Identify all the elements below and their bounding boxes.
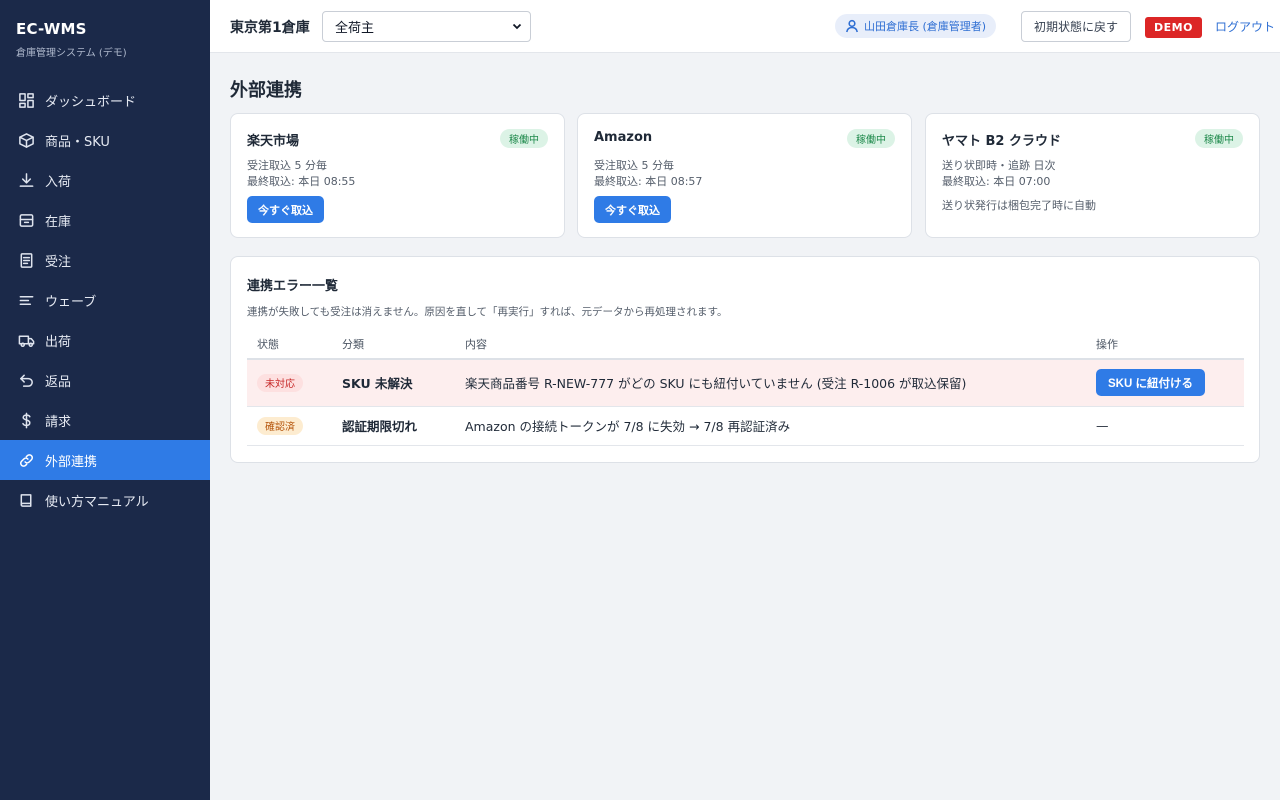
- sidebar-item-label: 在庫: [45, 214, 72, 230]
- sidebar-item-shipping[interactable]: 出荷: [0, 320, 210, 360]
- status-cell: 未対応: [247, 359, 332, 407]
- errors-title: 連携エラー一覧: [247, 279, 339, 294]
- document-icon: [17, 251, 35, 269]
- link-sku-button[interactable]: SKU に紐付ける: [1096, 369, 1205, 397]
- status-badge: 稼働中: [1195, 129, 1243, 148]
- sidebar-item-label: 入荷: [45, 174, 72, 190]
- page-title: 外部連携: [230, 80, 302, 101]
- archive-icon: [17, 211, 35, 229]
- sidebar-item-inventory[interactable]: 在庫: [0, 200, 210, 240]
- integration-card-yamato: ヤマト B2 クラウド 稼働中 送り状即時・追跡 日次 最終取込: 本日 07:…: [925, 113, 1260, 238]
- dollar-icon: [17, 411, 35, 429]
- integration-schedule: 受注取込 5 分毎: [247, 159, 327, 172]
- integration-last-run: 最終取込: 本日 08:55: [247, 175, 356, 188]
- sidebar-item-dashboard[interactable]: ダッシュボード: [0, 80, 210, 120]
- sidebar-item-label: ウェーブ: [45, 294, 97, 310]
- return-icon: [17, 371, 35, 389]
- sidebar-item-manual[interactable]: 使い方マニュアル: [0, 480, 210, 520]
- table-header-row: 状態 分類 内容 操作: [247, 330, 1244, 360]
- status-cell: 確認済: [247, 406, 332, 446]
- box-icon: [17, 131, 35, 149]
- integration-card-rakuten: 楽天市場 稼働中 受注取込 5 分毎 最終取込: 本日 08:55 今すぐ取込: [230, 113, 565, 238]
- app-subtitle: 倉庫管理システム (デモ): [16, 48, 127, 59]
- sidebar-item-integrations[interactable]: 外部連携: [0, 440, 210, 480]
- logout-link[interactable]: ログアウト: [1215, 18, 1275, 35]
- chevron-down-icon: [512, 23, 522, 30]
- action-cell: —: [1086, 406, 1244, 446]
- category-cell: SKU 未解決: [332, 359, 455, 407]
- column-header-content: 内容: [455, 330, 1086, 360]
- warehouse-name: 東京第1倉庫: [230, 20, 310, 36]
- column-header-action: 操作: [1086, 330, 1244, 360]
- integration-schedule: 受注取込 5 分毎: [594, 159, 674, 172]
- status-badge: 稼働中: [500, 129, 548, 148]
- sidebar-item-label: ダッシュボード: [45, 94, 137, 110]
- sidebar-item-label: 商品・SKU: [45, 134, 110, 150]
- integration-last-run: 最終取込: 本日 08:57: [594, 175, 703, 188]
- shipper-select[interactable]: 全荷主: [322, 11, 531, 42]
- content-cell: Amazon の接続トークンが 7/8 に失効 → 7/8 再認証済み: [455, 406, 1086, 446]
- sidebar-item-returns[interactable]: 返品: [0, 360, 210, 400]
- integration-name: ヤマト B2 クラウド: [942, 134, 1062, 149]
- top-bar: 東京第1倉庫 全荷主 山田倉庫長 (倉庫管理者) 初期状態に戻す DEMO ログ…: [210, 0, 1280, 53]
- link-icon: [17, 451, 35, 469]
- download-icon: [17, 171, 35, 189]
- sidebar: EC-WMS 倉庫管理システム (デモ) ダッシュボード 商品・SKU 入荷 在…: [0, 0, 210, 800]
- sidebar-item-wave[interactable]: ウェーブ: [0, 280, 210, 320]
- sidebar-item-label: 外部連携: [45, 454, 98, 470]
- integration-errors-panel: 連携エラー一覧 連携が失敗しても受注は消えません。原因を直して「再実行」すれば、…: [230, 256, 1260, 463]
- errors-table: 状態 分類 内容 操作 未対応 SKU 未解決 楽天商品番号 R-NEW-777…: [247, 330, 1244, 446]
- content-cell: 楽天商品番号 R-NEW-777 がどの SKU にも紐付いていません (受注 …: [455, 359, 1086, 407]
- brand: EC-WMS 倉庫管理システム (デモ): [0, 0, 210, 80]
- shipper-select-value: 全荷主: [335, 21, 375, 36]
- table-row: 未対応 SKU 未解決 楽天商品番号 R-NEW-777 がどの SKU にも紐…: [247, 359, 1244, 407]
- table-row: 確認済 認証期限切れ Amazon の接続トークンが 7/8 に失効 → 7/8…: [247, 406, 1244, 446]
- book-icon: [17, 491, 35, 509]
- fetch-now-button[interactable]: 今すぐ取込: [594, 196, 671, 223]
- sidebar-item-billing[interactable]: 請求: [0, 400, 210, 440]
- sidebar-item-orders[interactable]: 受注: [0, 240, 210, 280]
- status-badge: 確認済: [257, 416, 303, 435]
- sidebar-item-products[interactable]: 商品・SKU: [0, 120, 210, 160]
- sidebar-item-label: 出荷: [45, 334, 72, 350]
- user-chip[interactable]: 山田倉庫長 (倉庫管理者): [835, 14, 997, 38]
- integration-last-run: 最終取込: 本日 07:00: [942, 175, 1051, 188]
- sidebar-item-label: 使い方マニュアル: [45, 494, 149, 510]
- user-name: 山田倉庫長 (倉庫管理者): [864, 20, 987, 33]
- demo-badge: DEMO: [1145, 17, 1202, 38]
- sidebar-item-inbound[interactable]: 入荷: [0, 160, 210, 200]
- integration-schedule: 送り状即時・追跡 日次: [942, 159, 1056, 172]
- lines-icon: [17, 291, 35, 309]
- app-title: EC-WMS: [16, 20, 87, 38]
- sidebar-nav: ダッシュボード 商品・SKU 入荷 在庫 受注 ウェーブ 出荷 返品 請求 外部…: [0, 80, 210, 520]
- sidebar-item-label: 返品: [45, 374, 72, 390]
- status-badge: 稼働中: [847, 129, 895, 148]
- integration-card-amazon: Amazon 稼働中 受注取込 5 分毎 最終取込: 本日 08:57 今すぐ取…: [577, 113, 912, 238]
- category-cell: 認証期限切れ: [332, 406, 455, 446]
- status-badge: 未対応: [257, 373, 303, 392]
- integration-name: 楽天市場: [247, 134, 300, 149]
- fetch-now-button[interactable]: 今すぐ取込: [247, 196, 324, 223]
- column-header-category: 分類: [332, 330, 455, 360]
- integration-note: 送り状発行は梱包完了時に自動: [942, 199, 1096, 212]
- integration-name: Amazon: [594, 130, 653, 145]
- column-header-status: 状態: [247, 330, 332, 360]
- user-icon: [846, 19, 858, 33]
- dashboard-icon: [17, 91, 35, 109]
- sidebar-item-label: 受注: [45, 254, 72, 270]
- sidebar-item-label: 請求: [45, 414, 72, 430]
- errors-description: 連携が失敗しても受注は消えません。原因を直して「再実行」すれば、元データから再処…: [247, 306, 728, 318]
- reset-button[interactable]: 初期状態に戻す: [1021, 11, 1131, 42]
- action-cell: SKU に紐付ける: [1086, 359, 1244, 407]
- truck-icon: [17, 331, 35, 349]
